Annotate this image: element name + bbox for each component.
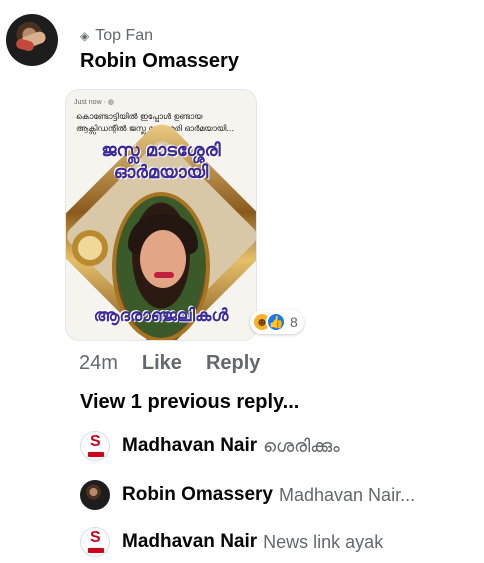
top-fan-badge: ◈ Top Fan [80, 27, 153, 45]
reply-item[interactable]: Robin Omassery Madhavan Nair... [80, 480, 415, 510]
reaction-summary[interactable]: ☻ 👍 8 [250, 310, 304, 334]
badge-label: Top Fan [95, 27, 154, 44]
frame-swirl-decoration [72, 230, 108, 266]
view-previous-replies-link[interactable]: View 1 previous reply... [80, 391, 299, 414]
reply-text: ശെരിക്കും [263, 435, 340, 456]
image-timestamp: Just now · ◍ [74, 99, 114, 106]
reply-avatar[interactable]: S [80, 431, 110, 461]
globe-icon: ◍ [107, 99, 114, 106]
logo-icon: S [90, 433, 101, 450]
reply-item[interactable]: S Madhavan Nair News link ayak [80, 527, 383, 557]
reply-author-name[interactable]: Madhavan Nair [122, 435, 257, 457]
image-title-condolence: ആദരാഞ്ജലികൾ [93, 306, 229, 326]
reply-button[interactable]: Reply [206, 352, 260, 375]
reply-text: Madhavan Nair... [279, 484, 416, 505]
reply-avatar[interactable]: S [80, 527, 110, 557]
comment-image[interactable]: Just now · ◍ കൊണ്ടോട്ടിയിൽ ഇപ്പോൾ ഉണ്ടായ… [65, 89, 257, 341]
diamond-icon: ◈ [80, 29, 90, 43]
logo-icon: S [90, 529, 101, 546]
comment-author-name[interactable]: Robin Omassery [80, 50, 239, 73]
author-avatar[interactable] [6, 14, 58, 66]
reply-author-name[interactable]: Madhavan Nair [122, 531, 257, 553]
reply-text: News link ayak [263, 531, 384, 552]
like-button[interactable]: Like [142, 352, 182, 375]
reply-item[interactable]: S Madhavan Nair ശെരിക്കും [80, 431, 340, 461]
image-title-name: ജസ്ല മാടശ്ശേരി [101, 140, 221, 161]
like-reaction-icon: 👍 [266, 312, 286, 332]
reaction-count: 8 [290, 314, 298, 330]
image-text-line-1: കൊണ്ടോട്ടിയിൽ ഇപ്പോൾ ഉണ്ടായ [76, 112, 203, 121]
reply-author-name[interactable]: Robin Omassery [122, 484, 273, 506]
comment-timestamp[interactable]: 24m [79, 352, 118, 375]
reply-avatar[interactable] [80, 480, 110, 510]
comment-actions: 24m Like Reply [79, 352, 260, 375]
image-title-subtitle: ഓർമയായി [113, 162, 209, 183]
